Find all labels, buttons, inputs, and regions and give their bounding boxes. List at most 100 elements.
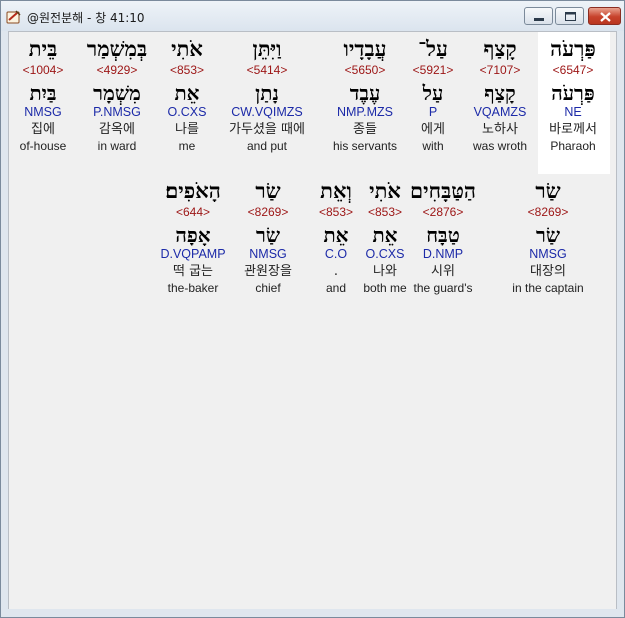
word-block[interactable]: עַל־ <5921> עַל P 에게 with <box>413 37 454 155</box>
parsing-code: D.VQPAMP <box>160 247 226 261</box>
hebrew-word: אֹתִי <box>369 178 401 203</box>
lemma-word: אָפָה <box>175 223 211 247</box>
strong-number[interactable]: <5650> <box>333 63 397 79</box>
korean-gloss: 나를 <box>175 122 199 137</box>
strong-number[interactable]: <5414> <box>229 63 305 79</box>
strong-number[interactable]: <853> <box>319 205 353 221</box>
english-gloss: and <box>325 281 347 295</box>
korean-gloss: 감옥에 <box>99 122 135 137</box>
hebrew-word: קָצַף <box>483 36 517 61</box>
hebrew-word: הָאֹפִים׃ <box>165 178 221 203</box>
close-icon <box>600 12 611 22</box>
lemma-word: שַׂר <box>536 223 560 247</box>
english-gloss: the guard's <box>413 281 473 295</box>
word-block[interactable]: אֹתִי <853> אֵת O.CXS 나와 both me <box>363 179 406 297</box>
strong-number[interactable]: <4929> <box>87 63 147 79</box>
word-block[interactable]: שַׂר <8269> שַׂר NMSG 대장의 in the captain <box>512 179 583 297</box>
strong-number[interactable]: <8269> <box>512 205 583 221</box>
parsing-code: O.CXS <box>365 247 405 261</box>
word-block[interactable]: עֲבָדָיו <5650> עֶבֶד NMP.MZS 종들 his servants <box>333 37 397 155</box>
parsing-code: P.NMSG <box>93 105 141 119</box>
word-block[interactable]: פַּרְעֹה <6547> פַּרְעֹה NE 바로께서 Pharaoh <box>549 37 597 155</box>
korean-gloss: 에게 <box>421 122 445 137</box>
lemma-word: שַׂר <box>256 223 280 247</box>
korean-gloss: 시위 <box>431 264 455 279</box>
maximize-button[interactable] <box>555 7 584 25</box>
lemma-word: אֵת <box>323 223 349 247</box>
window-frame-left <box>1 31 8 609</box>
hebrew-word: וַיִּתֵּן <box>252 36 282 61</box>
parsing-code: NMP.MZS <box>336 105 394 119</box>
lemma-word: קָצַף <box>484 81 516 105</box>
word-block[interactable]: הַטַּבָּחִים <2876> טַבָּח D.NMP 시위 the guard… <box>410 179 476 297</box>
parsing-code: VQAMZS <box>473 105 527 119</box>
korean-gloss: 대장의 <box>530 264 566 279</box>
strong-number[interactable]: <1004> <box>20 63 67 79</box>
korean-gloss: 바로께서 <box>549 122 597 137</box>
title-bar[interactable]: @원전분해 - 창 41:10 <box>1 1 624 32</box>
korean-gloss: 노하사 <box>482 122 518 137</box>
strong-number[interactable]: <8269> <box>244 205 292 221</box>
parsing-code: NMSG <box>249 247 287 261</box>
english-gloss: with <box>422 139 444 153</box>
window-frame-right <box>616 31 624 609</box>
english-gloss: of-house <box>19 139 67 153</box>
word-block[interactable]: אֹתִי <853> אֵת O.CXS 나를 me <box>168 37 207 155</box>
hebrew-word: בְּמִשְׁמַר <box>86 36 148 61</box>
lemma-word: עֶבֶד <box>349 81 381 105</box>
parsing-code: C.O <box>324 247 348 261</box>
parsing-code: D.NMP <box>422 247 464 261</box>
parsing-code: NMSG <box>24 105 62 119</box>
strong-number[interactable]: <2876> <box>410 205 476 221</box>
parsing-code: P <box>428 105 438 119</box>
korean-gloss: 나와 <box>373 264 397 279</box>
strong-number[interactable]: <6547> <box>549 63 597 79</box>
hebrew-word: שַׂר <box>535 178 561 203</box>
lemma-word: מִשְׁמָר <box>93 81 141 105</box>
english-gloss: was wroth <box>472 139 528 153</box>
strong-number[interactable]: <853> <box>168 63 207 79</box>
english-gloss: his servants <box>332 139 398 153</box>
lemma-word: אֵת <box>174 81 200 105</box>
english-gloss: me <box>178 139 196 153</box>
strong-number[interactable]: <853> <box>363 205 406 221</box>
word-block[interactable]: בֵּית <1004> בַּיִת NMSG 집에 of-house <box>20 37 67 155</box>
analysis-pane[interactable]: פַּרְעֹה <6547> פַּרְעֹה NE 바로께서 Pharaoh קָצַף… <box>8 31 617 611</box>
word-block[interactable]: קָצַף <7107> קָצַף VQAMZS 노하사 was wroth <box>473 37 527 155</box>
korean-gloss: 종들 <box>353 122 377 137</box>
lemma-word: נָתַן <box>255 81 279 105</box>
minimize-button[interactable] <box>524 7 553 25</box>
parsing-code: O.CXS <box>167 105 207 119</box>
word-block[interactable]: וְאֵת <853> אֵת C.O. and <box>319 179 353 297</box>
strong-number[interactable]: <644> <box>160 205 225 221</box>
word-block[interactable]: שַׂר <8269> שַׂר NMSG 관원장을 chief <box>244 179 292 297</box>
english-gloss: in the captain <box>512 281 584 295</box>
word-block[interactable]: וַיִּתֵּן <5414> נָתַן CW.VQIMZS 가두셨을 때에 and … <box>229 37 305 155</box>
korean-gloss: 집에 <box>31 122 55 137</box>
hebrew-word: עַל־ <box>418 36 448 61</box>
maximize-icon <box>565 12 576 21</box>
strong-number[interactable]: <5921> <box>413 63 454 79</box>
hebrew-word: וְאֵת <box>320 178 352 203</box>
word-block[interactable]: בְּמִשְׁמַר <4929> מִשְׁמָר P.NMSG 감옥에 in war… <box>87 37 147 155</box>
hebrew-word: עֲבָדָיו <box>343 36 387 61</box>
strong-number[interactable]: <7107> <box>473 63 527 79</box>
english-gloss: chief <box>255 281 281 295</box>
hebrew-word: שַׂר <box>255 178 281 203</box>
korean-gloss: 관원장을 <box>244 264 292 279</box>
close-button[interactable] <box>588 7 621 25</box>
parsing-code: CW.VQIMZS <box>231 105 303 119</box>
lemma-word: עַל <box>422 81 444 105</box>
parsing-code: NMSG <box>529 247 567 261</box>
lemma-word: בַּיִת <box>29 81 57 105</box>
parsing-code: NE <box>564 105 582 119</box>
minimize-icon <box>534 18 544 21</box>
hebrew-word: אֹתִי <box>171 36 203 61</box>
hebrew-word: פַּרְעֹה <box>550 36 596 61</box>
lemma-word: פַּרְעֹה <box>551 81 595 105</box>
korean-gloss: 가두셨을 때에 <box>229 122 305 137</box>
word-block[interactable]: הָאֹפִים׃ <644> אָפָה D.VQPAMP 떡 굽는 the-baker <box>160 179 225 297</box>
english-gloss: in ward <box>97 139 137 153</box>
window-frame-bottom <box>1 609 624 617</box>
lemma-word: אֵת <box>372 223 398 247</box>
